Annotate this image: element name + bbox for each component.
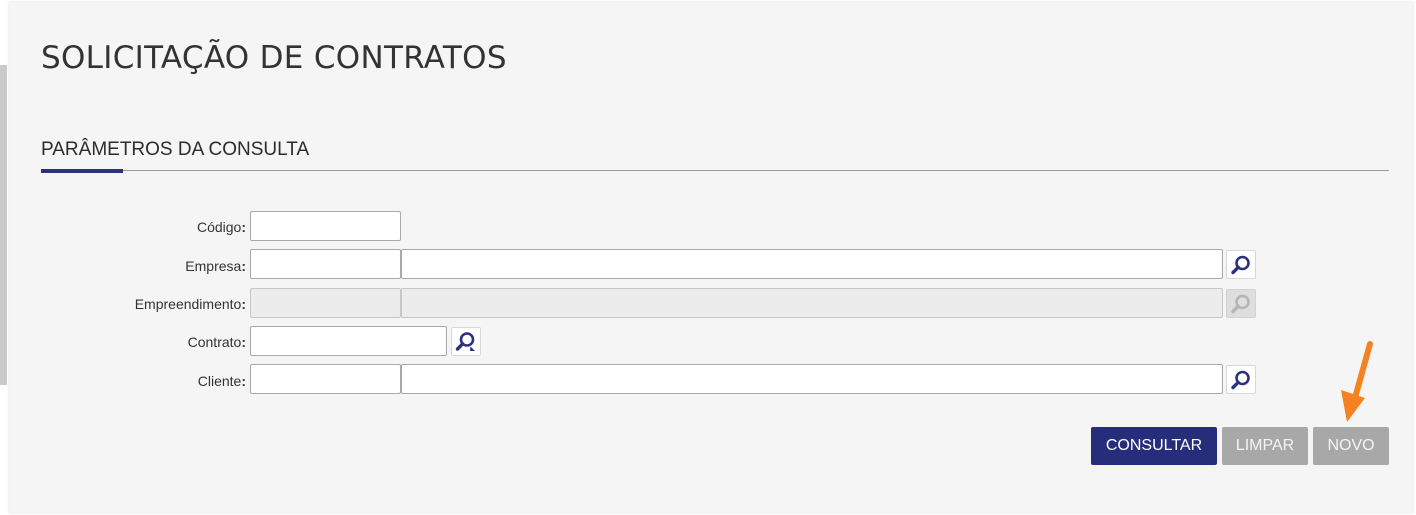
magnifier-refresh-icon — [455, 331, 475, 351]
section-accent-underline — [41, 169, 123, 173]
magnifier-icon — [1231, 370, 1250, 389]
empresa-label: Empresa: — [16, 258, 246, 274]
left-scroll-strip — [0, 65, 7, 385]
empreendimento-label: Empreendimento: — [16, 296, 246, 312]
codigo-label-text: Código — [196, 219, 242, 235]
cliente-label: Cliente: — [16, 373, 246, 389]
empresa-label-text: Empresa — [185, 258, 242, 274]
novo-button[interactable]: NOVO — [1313, 427, 1389, 465]
limpar-button[interactable]: LIMPAR — [1222, 427, 1308, 465]
cliente-code-input[interactable] — [250, 364, 401, 394]
codigo-label: Código: — [16, 219, 246, 235]
contrato-lookup-button[interactable] — [451, 327, 481, 356]
empresa-name-input[interactable] — [401, 249, 1223, 279]
magnifier-icon — [1231, 294, 1250, 313]
section-title: PARÂMETROS DA CONSULTA — [41, 139, 310, 160]
magnifier-icon — [1231, 255, 1250, 274]
empresa-lookup-button[interactable] — [1226, 250, 1256, 279]
cliente-lookup-button[interactable] — [1226, 365, 1256, 394]
page-title: SOLICITAÇÃO DE CONTRATOS — [41, 40, 507, 76]
empresa-label-colon: : — [241, 258, 246, 274]
codigo-input[interactable] — [250, 211, 401, 241]
contrato-label: Contrato: — [16, 334, 246, 350]
contrato-label-text: Contrato — [187, 334, 242, 350]
cliente-label-text: Cliente — [197, 373, 242, 389]
contrato-label-colon: : — [241, 334, 246, 350]
empreendimento-label-text: Empreendimento — [134, 296, 242, 312]
empreendimento-label-colon: : — [241, 296, 246, 312]
codigo-label-colon: : — [241, 219, 246, 235]
section-divider — [41, 170, 1389, 171]
cliente-name-input[interactable] — [401, 364, 1223, 394]
cliente-label-colon: : — [241, 373, 246, 389]
orange-arrow-icon — [1341, 341, 1373, 422]
empresa-code-input[interactable] — [250, 249, 401, 279]
contrato-input[interactable] — [250, 326, 447, 356]
empreendimento-name-input — [401, 288, 1223, 318]
consultar-button[interactable]: CONSULTAR — [1091, 427, 1217, 465]
main-panel: SOLICITAÇÃO DE CONTRATOS PARÂMETROS DA C… — [9, 2, 1413, 513]
empreendimento-code-input — [250, 288, 401, 318]
empreendimento-lookup-button — [1226, 289, 1256, 318]
